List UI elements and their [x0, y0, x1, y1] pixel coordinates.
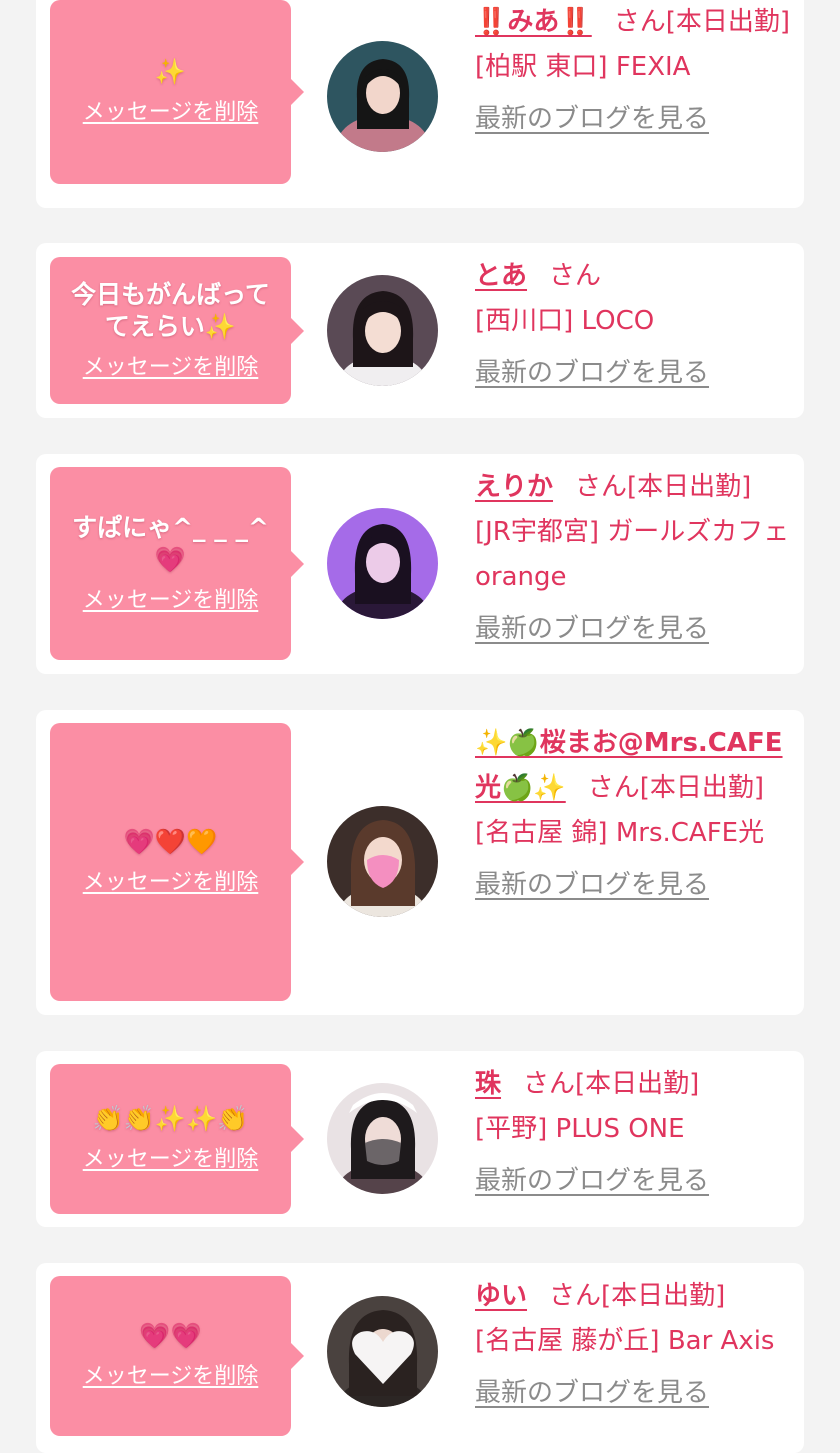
blog-link[interactable]: 最新のブログを見る	[475, 97, 793, 142]
message-text: すぱにゃ^_ _ _^ 💗	[72, 512, 269, 574]
message-bubble: 今日もがんばって てえらい✨ メッセージを削除	[50, 257, 304, 404]
girl-photo-icon	[327, 806, 438, 917]
blog-link[interactable]: 最新のブログを見る	[475, 1371, 793, 1416]
honorific-label: さん	[587, 773, 640, 803]
cast-name-link[interactable]: えりか	[475, 472, 553, 502]
cast-avatar[interactable]	[327, 275, 438, 386]
cast-name-link[interactable]: とあ	[475, 261, 527, 291]
message-text: 💗❤️🧡	[123, 827, 218, 856]
delete-message-link[interactable]: メッセージを削除	[83, 353, 259, 383]
message-bubble: 👏👏✨✨👏 メッセージを削除	[50, 1064, 304, 1214]
cast-card: 👏👏✨✨👏 メッセージを削除 珠さん[本日出勤] [平野] PLUS ONE 最…	[36, 1051, 804, 1227]
cast-name-link[interactable]: ‼️みあ‼️	[475, 7, 592, 37]
favorite-cast-list: ✨ メッセージを削除 ‼️みあ‼️ さん[本日出勤] [柏駅 東口] FEXIA …	[0, 0, 840, 1453]
shop-label: [名古屋 錦] Mrs.CAFE光	[475, 818, 765, 848]
girl-photo-icon	[327, 1296, 438, 1407]
status-label: [本日出勤]	[575, 1069, 700, 1099]
cast-avatar[interactable]	[327, 41, 438, 152]
message-bubble: 💗💗 メッセージを削除	[50, 1276, 304, 1436]
message-text: 💗💗	[139, 1321, 202, 1350]
message-text: 今日もがんばって てえらい✨	[71, 279, 270, 341]
honorific-label: さん	[575, 472, 628, 502]
cast-card: ✨ メッセージを削除 ‼️みあ‼️ さん[本日出勤] [柏駅 東口] FEXIA …	[36, 0, 804, 208]
cast-info: ✨🍏桜まお@Mrs.CAFE光🍏✨ さん[本日出勤] [名古屋 錦] Mrs.CA…	[475, 721, 793, 908]
blog-link[interactable]: 最新のブログを見る	[475, 351, 793, 396]
girl-photo-icon	[327, 508, 438, 619]
honorific-label: さん	[523, 1069, 576, 1099]
honorific-label: さん	[549, 1281, 602, 1311]
cast-avatar[interactable]	[327, 806, 438, 917]
message-bubble: すぱにゃ^_ _ _^ 💗 メッセージを削除	[50, 467, 304, 660]
shop-label: [柏駅 東口] FEXIA	[475, 52, 691, 82]
cast-info: 珠さん[本日出勤] [平野] PLUS ONE 最新のブログを見る	[475, 1062, 793, 1204]
delete-message-link[interactable]: メッセージを削除	[83, 1362, 259, 1392]
delete-message-link[interactable]: メッセージを削除	[83, 868, 259, 898]
girl-photo-icon	[327, 275, 438, 386]
cast-card: 💗❤️🧡 メッセージを削除 ✨🍏桜まお@Mrs.CAFE光🍏✨ さん[本日出勤] …	[36, 710, 804, 1015]
shop-label: [JR宇都宮] ガールズカフェ orange	[475, 517, 790, 592]
message-text: ✨	[154, 57, 187, 86]
cast-avatar[interactable]	[327, 1296, 438, 1407]
honorific-label: さん	[613, 7, 666, 37]
status-label: [本日出勤]	[639, 773, 765, 803]
status-label: [本日出勤]	[601, 1281, 726, 1311]
status-label: [本日出勤]	[665, 7, 791, 37]
cast-info: えりか さん[本日出勤] [JR宇都宮] ガールズカフェ orange 最新のブロ…	[475, 465, 793, 652]
shop-label: [西川口] LOCO	[475, 306, 655, 336]
cast-name-link[interactable]: 珠	[475, 1069, 501, 1099]
delete-message-link[interactable]: メッセージを削除	[83, 1145, 259, 1175]
cast-card: すぱにゃ^_ _ _^ 💗 メッセージを削除 えりか さん[本日出勤] [JR宇都…	[36, 454, 804, 674]
cast-info: ‼️みあ‼️ さん[本日出勤] [柏駅 東口] FEXIA 最新のブログを見る	[475, 0, 793, 142]
delete-message-link[interactable]: メッセージを削除	[83, 586, 259, 616]
cast-avatar[interactable]	[327, 508, 438, 619]
status-label: [本日出勤]	[627, 472, 752, 502]
honorific-label: さん	[549, 261, 602, 291]
cast-info: とあ さん [西川口] LOCO 最新のブログを見る	[475, 254, 793, 396]
cast-avatar[interactable]	[327, 1083, 438, 1194]
blog-link[interactable]: 最新のブログを見る	[475, 1159, 793, 1204]
message-bubble: 💗❤️🧡 メッセージを削除	[50, 723, 304, 1001]
message-text: 👏👏✨✨👏	[92, 1104, 249, 1133]
cast-name-link[interactable]: ゆい	[475, 1281, 527, 1311]
shop-label: [平野] PLUS ONE	[475, 1114, 685, 1144]
blog-link[interactable]: 最新のブログを見る	[475, 863, 793, 908]
delete-message-link[interactable]: メッセージを削除	[83, 98, 259, 128]
blog-link[interactable]: 最新のブログを見る	[475, 607, 793, 652]
girl-photo-icon	[327, 41, 438, 152]
message-bubble: ✨ メッセージを削除	[50, 0, 304, 184]
shop-label: [名古屋 藤が丘] Bar Axis	[475, 1326, 775, 1356]
cast-info: ゆい さん[本日出勤] [名古屋 藤が丘] Bar Axis 最新のブログを見る	[475, 1274, 793, 1416]
girl-photo-icon	[327, 1083, 438, 1194]
cast-card: 今日もがんばって てえらい✨ メッセージを削除 とあ さん [西川口] LOCO …	[36, 243, 804, 418]
